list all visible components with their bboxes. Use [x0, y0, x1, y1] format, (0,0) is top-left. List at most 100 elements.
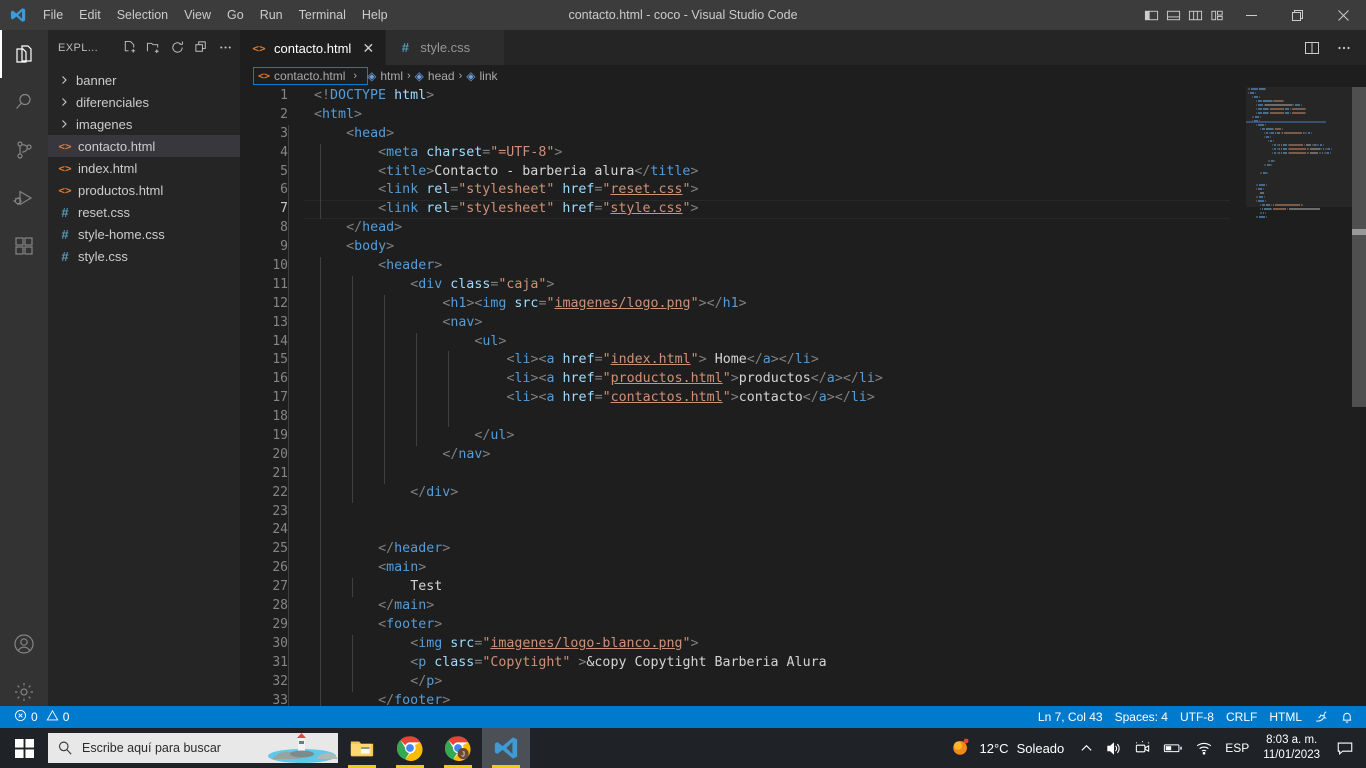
collapse-all-icon[interactable]	[190, 37, 212, 59]
breadcrumb-item-html[interactable]: ◈ html	[367, 69, 403, 83]
code-line[interactable]: 7 <link rel="stylesheet" href="style.css"…	[240, 200, 1366, 220]
notifications-bell-icon[interactable]	[1334, 706, 1360, 728]
meet-now-icon[interactable]	[1128, 728, 1157, 768]
explorer-icon[interactable]	[0, 30, 48, 78]
refresh-icon[interactable]	[166, 37, 188, 59]
language-indicator[interactable]: ESP	[1219, 728, 1255, 768]
file-explorer-icon[interactable]	[338, 728, 386, 768]
menu-go[interactable]: Go	[219, 4, 252, 26]
code-line[interactable]: 26 <main>	[240, 559, 1366, 579]
code-line[interactable]: 3 <head>	[240, 124, 1366, 144]
file-row-index-html[interactable]: <> index.html	[48, 157, 240, 179]
minimize-button[interactable]	[1228, 0, 1274, 30]
breadcrumb-item-head[interactable]: ◈ head	[415, 69, 455, 83]
cursor-position[interactable]: Ln 7, Col 43	[1032, 706, 1109, 728]
folder-row-diferenciales[interactable]: diferenciales	[48, 91, 240, 113]
code-line[interactable]: 5 <title>Contacto - barberia alura</title…	[240, 162, 1366, 182]
breadcrumb-item-file[interactable]: <> contacto.html ›	[252, 67, 369, 85]
accounts-icon[interactable]	[0, 620, 48, 668]
restore-button[interactable]	[1274, 0, 1320, 30]
code-line[interactable]: 1 <!DOCTYPE html>	[240, 87, 1366, 106]
battery-icon[interactable]	[1157, 728, 1189, 768]
menu-terminal[interactable]: Terminal	[291, 4, 354, 26]
minimap[interactable]	[1246, 87, 1352, 716]
split-editor-icon[interactable]	[1298, 30, 1326, 65]
editor-scrollbar[interactable]	[1352, 87, 1366, 716]
problems-status[interactable]: 0 0	[8, 706, 75, 728]
code-line[interactable]: 12 <h1><img src="imagenes/logo.png"></h1>	[240, 294, 1366, 314]
eol-status[interactable]: CRLF	[1220, 706, 1263, 728]
wifi-icon[interactable]	[1189, 728, 1219, 768]
code-line[interactable]: 9 <body>	[240, 238, 1366, 258]
volume-icon[interactable]	[1099, 728, 1128, 768]
code-line[interactable]: 2 <html>	[240, 106, 1366, 125]
menu-run[interactable]: Run	[252, 4, 291, 26]
clock[interactable]: 8:03 a. m. 11/01/2023	[1255, 733, 1328, 763]
code-line[interactable]: 31 <p class="Copytight" >&copy Copytight …	[240, 653, 1366, 673]
more-actions-icon[interactable]	[1330, 30, 1358, 65]
code-line[interactable]: 13 <nav>	[240, 313, 1366, 333]
action-center-icon[interactable]	[1328, 728, 1362, 768]
menu-bar[interactable]: File Edit Selection View Go Run Terminal…	[35, 0, 396, 30]
menu-file[interactable]: File	[35, 4, 71, 26]
code-line[interactable]: 24	[240, 521, 1366, 541]
weather-widget[interactable]: 12°C Soleado	[940, 728, 1075, 768]
toggle-panel-icon[interactable]	[1162, 0, 1184, 30]
close-icon[interactable]: ✕	[361, 40, 375, 57]
search-icon[interactable]	[0, 78, 48, 126]
new-folder-icon[interactable]	[142, 37, 164, 59]
file-row-style-css[interactable]: # style.css	[48, 245, 240, 267]
run-and-debug-icon[interactable]	[0, 174, 48, 222]
code-line[interactable]: 29 <footer>	[240, 615, 1366, 635]
code-line[interactable]: 32 </p>	[240, 672, 1366, 692]
code-line[interactable]: 4 <meta charset="=UTF-8">	[240, 143, 1366, 163]
menu-help[interactable]: Help	[354, 4, 396, 26]
menu-selection[interactable]: Selection	[109, 4, 176, 26]
breadcrumb[interactable]: <> contacto.html › ◈ html › ◈ head › ◈ l…	[240, 65, 1366, 87]
close-button[interactable]	[1320, 0, 1366, 30]
encoding-status[interactable]: UTF-8	[1174, 706, 1220, 728]
show-hidden-icons-icon[interactable]	[1074, 728, 1099, 768]
code-line[interactable]: 10 <header>	[240, 257, 1366, 276]
taskbar-search-box[interactable]: Escribe aquí para buscar	[48, 733, 338, 763]
code-line[interactable]: 22 </div>	[240, 483, 1366, 503]
google-chrome-icon[interactable]	[386, 728, 434, 768]
folder-row-banner[interactable]: banner	[48, 69, 240, 91]
breadcrumb-item-link[interactable]: ◈ link	[466, 69, 497, 83]
code-line[interactable]: 15 <li><a href="index.html"> Home</a></li…	[240, 351, 1366, 371]
file-row-reset-css[interactable]: # reset.css	[48, 201, 240, 223]
code-line[interactable]: 17 <li><a href="contactos.html">contacto<…	[240, 389, 1366, 409]
toggle-primary-sidebar-icon[interactable]	[1140, 0, 1162, 30]
menu-edit[interactable]: Edit	[71, 4, 109, 26]
code-line[interactable]: 19 </ul>	[240, 427, 1366, 446]
code-line[interactable]: 25 </header>	[240, 540, 1366, 560]
scrollbar-thumb[interactable]	[1352, 87, 1366, 407]
tab-contacto-html[interactable]: <> contacto.html ✕	[240, 30, 387, 65]
customize-layout-icon[interactable]	[1206, 0, 1228, 30]
file-tree[interactable]: banner diferenciales imagenes <> contact…	[48, 65, 240, 267]
code-line[interactable]: 21	[240, 464, 1366, 484]
menu-view[interactable]: View	[176, 4, 219, 26]
code-line[interactable]: 11 <div class="caja">	[240, 275, 1366, 295]
code-line[interactable]: 8 </head>	[240, 219, 1366, 239]
language-mode-status[interactable]: HTML	[1263, 706, 1308, 728]
code-line[interactable]: 28 </main>	[240, 597, 1366, 616]
toggle-secondary-sidebar-icon[interactable]	[1184, 0, 1206, 30]
tweet-feedback-icon[interactable]	[1308, 706, 1334, 728]
file-row-style-home-css[interactable]: # style-home.css	[48, 223, 240, 245]
folder-row-imagenes[interactable]: imagenes	[48, 113, 240, 135]
code-editor[interactable]: 1 <!DOCTYPE html> 2 <html> 3 <head> 4 <meta cha…	[240, 87, 1366, 716]
code-line[interactable]: 16 <li><a href="productos.html">productos…	[240, 370, 1366, 390]
file-row-contacto-html[interactable]: <> contacto.html	[48, 135, 240, 157]
source-control-icon[interactable]	[0, 126, 48, 174]
code-line[interactable]: 20 </nav>	[240, 445, 1366, 465]
extensions-icon[interactable]	[0, 222, 48, 270]
indentation-status[interactable]: Spaces: 4	[1109, 706, 1174, 728]
visual-studio-code-icon[interactable]	[482, 728, 530, 768]
new-file-icon[interactable]	[118, 37, 140, 59]
more-actions-icon[interactable]	[214, 37, 236, 59]
file-row-productos-html[interactable]: <> productos.html	[48, 179, 240, 201]
code-line[interactable]: 18	[240, 408, 1366, 428]
code-line[interactable]: 23	[240, 502, 1366, 522]
windows-start-icon[interactable]	[0, 728, 48, 768]
